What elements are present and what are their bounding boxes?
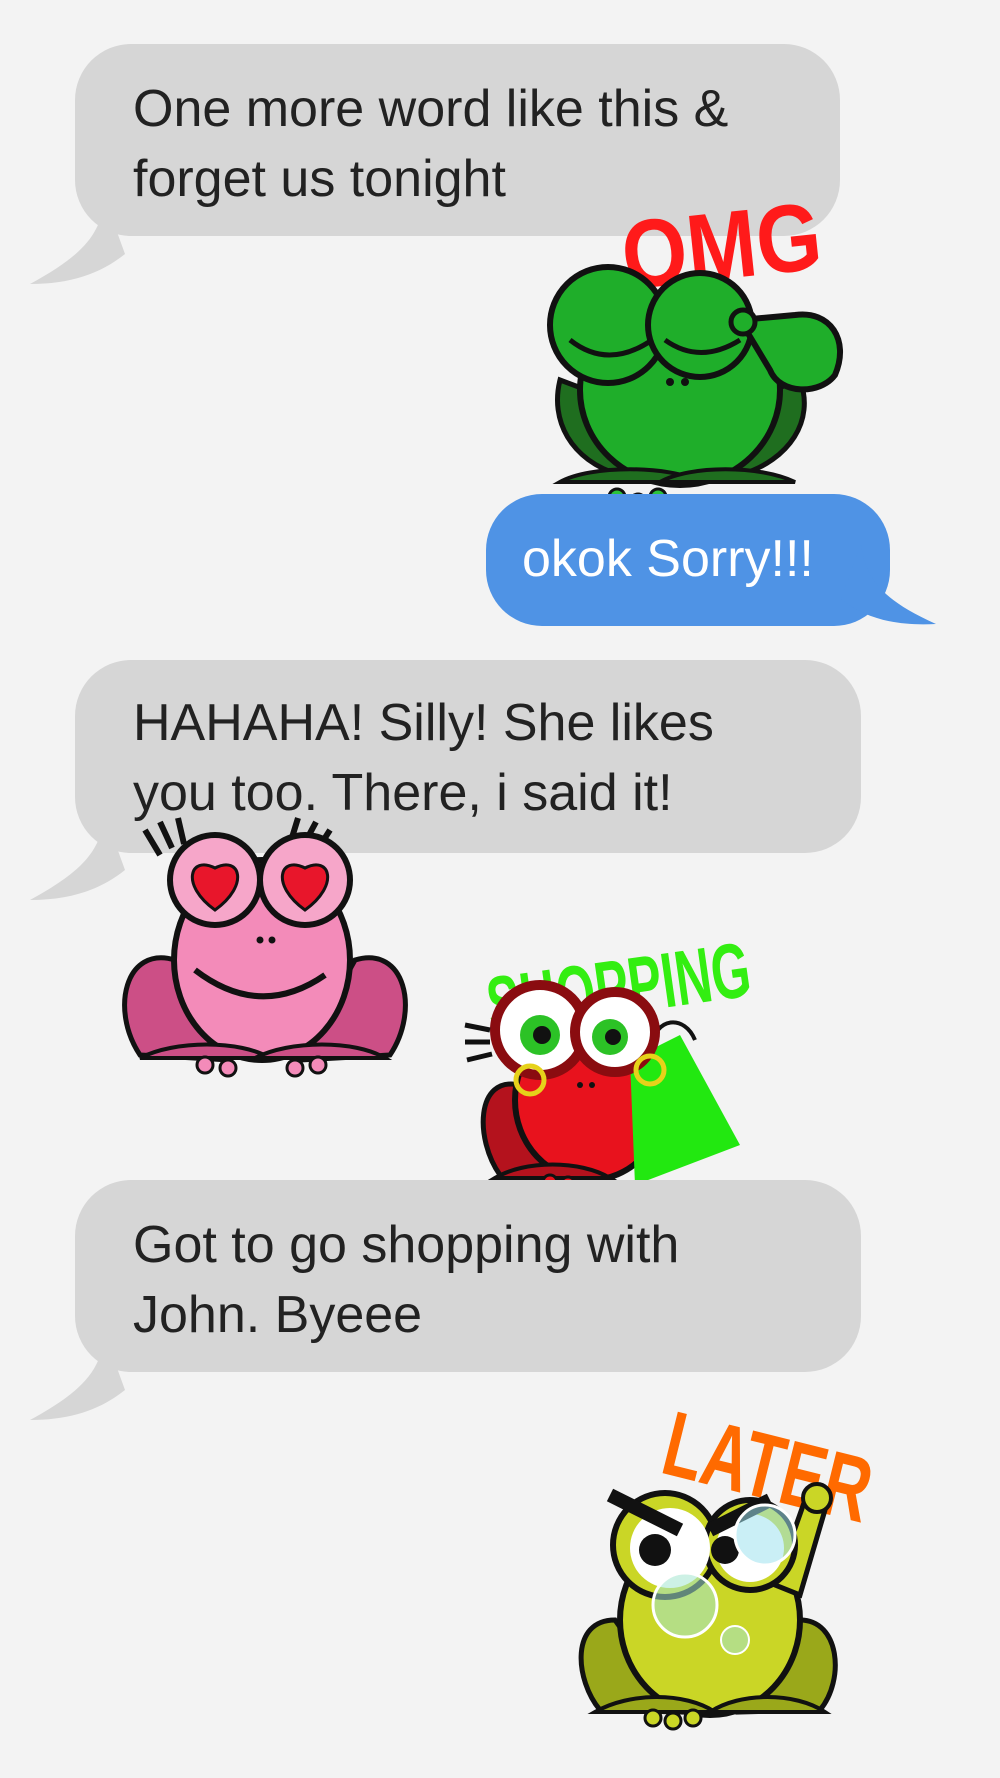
bubble-tail xyxy=(30,815,125,900)
sticker-shopping-frog[interactable]: SHOPPING xyxy=(464,920,760,1193)
green-frog-omg-sticker-icon: OMG xyxy=(547,183,843,512)
message-text: okok Sorry!!! xyxy=(522,530,814,588)
bubble-tail xyxy=(30,1335,125,1420)
message-bubble-outgoing[interactable]: okok Sorry!!! xyxy=(486,494,936,626)
yellow-frog-later-sticker-icon: LATER xyxy=(578,1393,882,1731)
sticker-later-frog[interactable]: LATER xyxy=(570,1393,890,1731)
message-bubble-incoming[interactable]: Got to go shopping with John. Byeee xyxy=(30,1180,861,1420)
message-text: Got to go shopping with John. Byeee xyxy=(133,1216,680,1344)
message-text: HAHAHA! Silly! She likes you too. There,… xyxy=(133,694,714,822)
sticker-heart-eyes-frog[interactable] xyxy=(120,810,410,1080)
red-frog-shopping-sticker-icon: SHOPPING xyxy=(464,925,756,1193)
pink-frog-heart-eyes-sticker-icon xyxy=(122,817,408,1078)
bubble-tail xyxy=(841,544,936,625)
sticker-omg-frog[interactable]: OMG xyxy=(530,183,860,512)
bubble-tail xyxy=(30,199,125,284)
